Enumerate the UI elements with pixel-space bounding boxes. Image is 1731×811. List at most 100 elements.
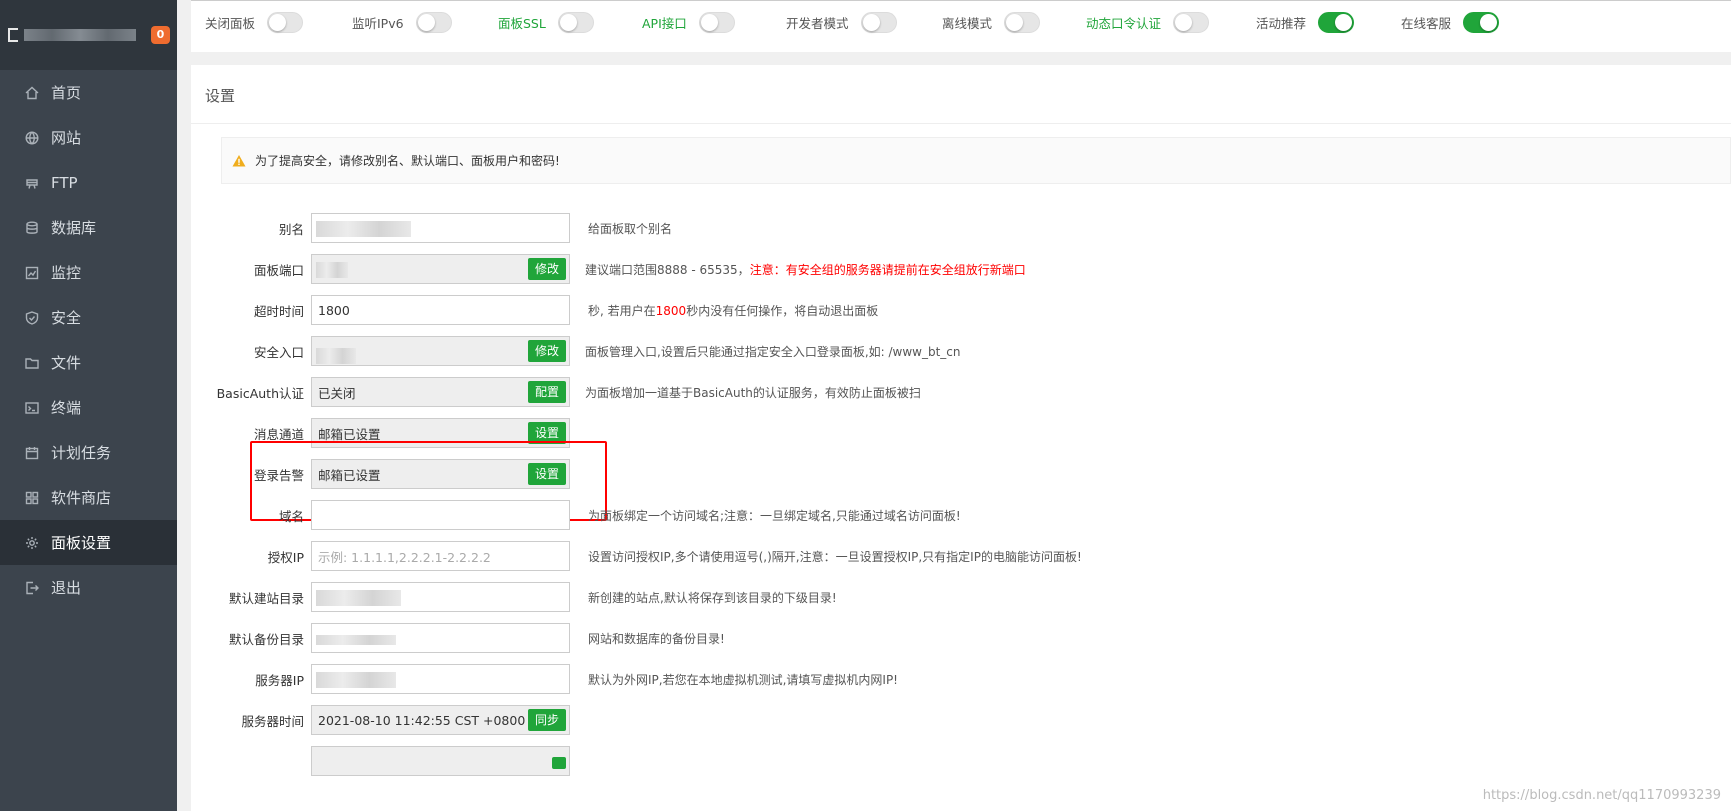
sidebar-item-monitor[interactable]: 监控 [0, 250, 177, 295]
authorized-ip-placeholder: 示例: 1.1.1.1,2.2.2.1-2.2.2.2 [318, 549, 491, 565]
site-dir-hint: 新创建的站点,默认将保存到该目录的下级目录! [588, 590, 837, 605]
warning-icon [232, 154, 246, 166]
authorized-ip-input[interactable]: 示例: 1.1.1.1,2.2.2.1-2.2.2.2 [311, 541, 570, 571]
calendar-icon [24, 445, 40, 461]
basic-auth-input: 已关闭 配置 [311, 377, 570, 407]
partial-button[interactable] [552, 757, 566, 769]
toggle-panel-ssl: 面板SSL [498, 11, 594, 33]
timeout-label: 超时时间 [253, 303, 304, 319]
toggle-online-support: 在线客服 [1401, 11, 1500, 33]
2fa-switch[interactable] [1173, 11, 1210, 33]
sync-time-button[interactable]: 同步 [527, 709, 566, 731]
sidebar-item-label: 面板设置 [51, 534, 112, 552]
row-panel-port: 面板端口 修改 建议端口范围8888 - 65535，注意：有安全组的服务器请提… [191, 254, 1026, 284]
main-content: 关闭面板 监听IPv6 面板SSL API接口 开发者模式 离线模式 动态口令认… [177, 0, 1731, 811]
watermark: https://blog.csdn.net/qq1170993239 [1482, 788, 1721, 803]
security-entry-hint: 面板管理入口,设置后只能通过指定安全入口登录面板,如: /www_bt_cn [585, 344, 961, 359]
sidebar-item-panel-settings[interactable]: 面板设置 [0, 520, 177, 565]
api-switch[interactable] [698, 11, 735, 33]
alias-input[interactable] [311, 213, 570, 243]
toggle-label: API接口 [642, 15, 687, 31]
panel-logo[interactable] [8, 27, 143, 43]
panel-title: 设置 [205, 87, 236, 105]
shield-icon [24, 310, 40, 326]
toggle-api: API接口 [642, 11, 735, 33]
modify-entry-button[interactable]: 修改 [527, 340, 566, 362]
close-panel-switch[interactable] [267, 11, 304, 33]
sidebar-item-cron[interactable]: 计划任务 [0, 430, 177, 475]
sidebar-item-ftp[interactable]: FTP [0, 160, 177, 205]
row-alias: 别名 给面板取个别名 [191, 213, 672, 243]
notification-badge[interactable]: 0 [151, 26, 170, 44]
partial-input [311, 746, 570, 776]
server-time-value: 2021-08-10 11:42:55 CST +0800 [318, 712, 526, 728]
sidebar-nav: 首页 网站 FTP 数据库 监控 安全 文件 终端 计划任务 软件商店 面板设置… [0, 70, 177, 610]
sidebar-item-logout[interactable]: 退出 [0, 565, 177, 610]
ftp-icon [24, 175, 40, 191]
logo-bracket-icon [8, 28, 18, 42]
monitor-icon [24, 265, 40, 281]
domain-label: 域名 [278, 508, 304, 524]
ipv6-switch[interactable] [415, 11, 452, 33]
sidebar-item-label: 文件 [51, 354, 82, 372]
authorized-ip-hint: 设置访问授权IP,多个请使用逗号(,)隔开,注意：一旦设置授权IP,只有指定IP… [588, 549, 1082, 564]
toggle-label: 离线模式 [942, 15, 993, 31]
sidebar-item-home[interactable]: 首页 [0, 70, 177, 115]
toggle-label: 监听IPv6 [352, 15, 404, 31]
sidebar-item-label: 终端 [51, 399, 82, 417]
promotions-switch[interactable] [1318, 11, 1355, 33]
divider [191, 123, 1731, 124]
sidebar-item-files[interactable]: 文件 [0, 340, 177, 385]
sidebar-item-terminal[interactable]: 终端 [0, 385, 177, 430]
sidebar-item-appstore[interactable]: 软件商店 [0, 475, 177, 520]
alias-label: 别名 [278, 221, 304, 237]
server-ip-input[interactable] [311, 664, 570, 694]
security-entry-input: 修改 [311, 336, 570, 366]
backup-dir-label: 默认备份目录 [228, 631, 304, 647]
gear-icon [24, 535, 40, 551]
modify-port-button[interactable]: 修改 [527, 258, 566, 280]
sidebar-item-label: 安全 [51, 309, 82, 327]
site-dir-input[interactable] [311, 582, 570, 612]
masked-value [316, 635, 396, 645]
panel-ssl-switch[interactable] [557, 11, 594, 33]
hint-warning: 注意：有安全组的服务器请提前在安全组放行新端口 [749, 262, 1026, 277]
server-time-input: 2021-08-10 11:42:55 CST +0800 同步 [311, 705, 570, 735]
toggle-label: 在线客服 [1401, 15, 1452, 31]
basic-auth-value: 已关闭 [318, 385, 356, 401]
backup-dir-hint: 网站和数据库的备份目录! [588, 631, 725, 646]
configure-basic-auth-button[interactable]: 配置 [527, 381, 566, 403]
backup-dir-input[interactable] [311, 623, 570, 653]
row-backup-dir: 默认备份目录 网站和数据库的备份目录! [191, 623, 725, 653]
toggle-label: 动态口令认证 [1086, 15, 1162, 31]
security-entry-label: 安全入口 [253, 344, 304, 360]
domain-hint: 为面板绑定一个访问域名;注意：一旦绑定域名,只能通过域名访问面板! [588, 508, 961, 523]
sidebar-item-label: 数据库 [51, 219, 97, 237]
panel-port-hint: 建议端口范围8888 - 65535，注意：有安全组的服务器请提前在安全组放行新… [585, 261, 1026, 278]
basic-auth-label: BasicAuth认证 [216, 385, 304, 401]
masked-value [316, 262, 348, 278]
timeout-value: 1800 [318, 302, 350, 318]
sidebar-item-website[interactable]: 网站 [0, 115, 177, 160]
hint-number: 1800 [655, 303, 687, 318]
database-icon [24, 220, 40, 236]
sidebar-item-security[interactable]: 安全 [0, 295, 177, 340]
security-alert: 为了提高安全，请修改别名、默认端口、面板用户和密码! [221, 137, 1731, 184]
folder-icon [24, 355, 40, 371]
domain-input[interactable] [311, 500, 570, 530]
offline-switch[interactable] [1004, 11, 1041, 33]
online-support-switch[interactable] [1463, 11, 1500, 33]
sidebar-item-label: 退出 [51, 579, 82, 597]
sidebar-item-label: 网站 [51, 129, 82, 147]
timeout-input[interactable]: 1800 [311, 295, 570, 325]
message-channel-value: 邮箱已设置 [318, 426, 381, 442]
sidebar-item-database[interactable]: 数据库 [0, 205, 177, 250]
panel-port-input: 修改 [311, 254, 570, 284]
dev-mode-switch[interactable] [860, 11, 897, 33]
panel-port-label: 面板端口 [253, 262, 304, 278]
toggle-ipv6: 监听IPv6 [352, 11, 452, 33]
masked-server-name [24, 29, 136, 41]
toggle-label: 活动推荐 [1256, 15, 1307, 31]
settings-panel: 设置 为了提高安全，请修改别名、默认端口、面板用户和密码! 别名 给面板取个别名… [191, 65, 1731, 811]
row-domain: 域名 为面板绑定一个访问域名;注意：一旦绑定域名,只能通过域名访问面板! [191, 500, 961, 530]
